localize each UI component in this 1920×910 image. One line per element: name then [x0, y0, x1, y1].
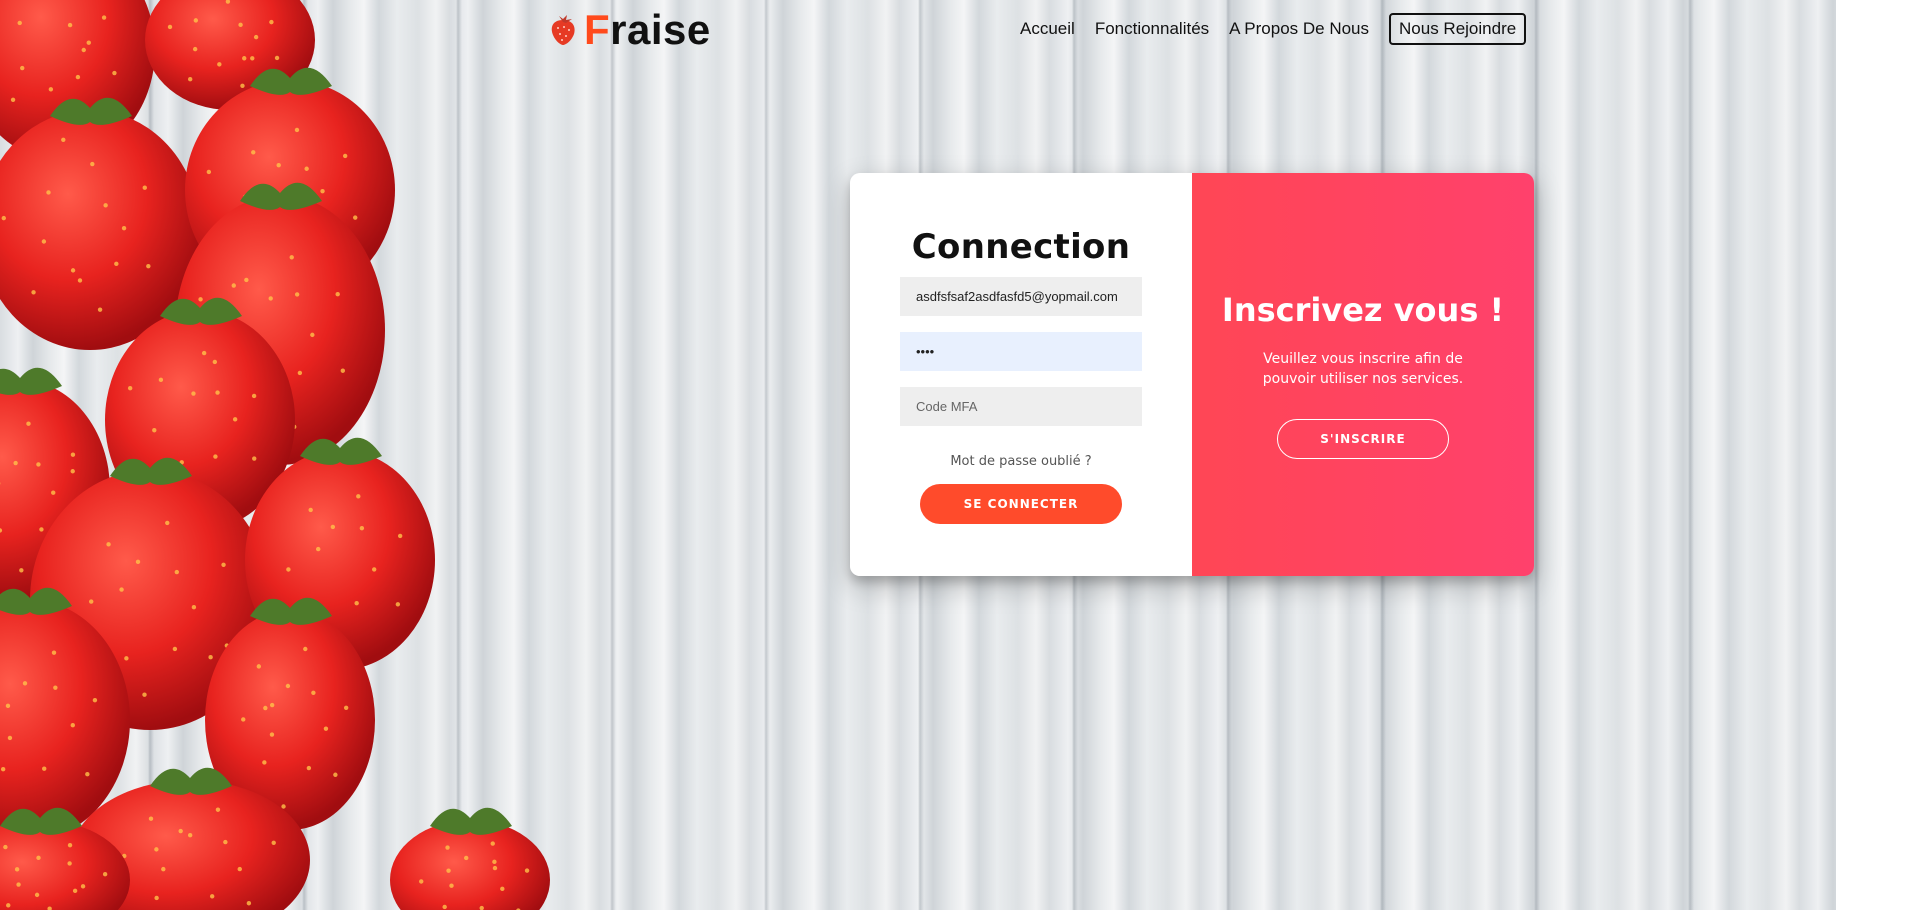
brand-name: Fraise	[584, 6, 711, 54]
mfa-code-field[interactable]	[900, 387, 1142, 426]
signup-panel: Inscrivez vous ! Veuillez vous inscrire …	[1192, 173, 1534, 576]
auth-card: Connection Mot de passe oublié ? SE CONN…	[850, 173, 1534, 576]
signup-text: Veuillez vous inscrire afin de pouvoir u…	[1262, 351, 1464, 387]
nav-a-propos[interactable]: A Propos De Nous	[1219, 15, 1379, 43]
page-margin	[1836, 0, 1920, 910]
signup-title: Inscrivez vous !	[1221, 291, 1505, 329]
email-field[interactable]	[900, 277, 1142, 316]
brand-rest: raise	[610, 6, 711, 53]
login-panel: Connection Mot de passe oublié ? SE CONN…	[850, 173, 1192, 576]
brand-logo[interactable]: Fraise	[548, 6, 711, 54]
strawberry-icon	[551, 15, 575, 45]
main-nav: Accueil Fonctionnalités A Propos De Nous…	[1010, 13, 1527, 45]
forgot-password-link[interactable]: Mot de passe oublié ?	[950, 454, 1091, 469]
signup-button[interactable]: S'INSCRIRE	[1277, 419, 1449, 459]
brand-first-letter: F	[584, 6, 611, 53]
login-title: Connection	[911, 227, 1131, 267]
nav-fonctionnalites[interactable]: Fonctionnalités	[1085, 15, 1219, 43]
password-field[interactable]	[900, 332, 1142, 371]
strawberries-decoration	[0, 0, 550, 910]
nav-accueil[interactable]: Accueil	[1010, 15, 1085, 43]
nav-join-button[interactable]: Nous Rejoindre	[1389, 13, 1527, 45]
login-button[interactable]: SE CONNECTER	[920, 484, 1122, 524]
